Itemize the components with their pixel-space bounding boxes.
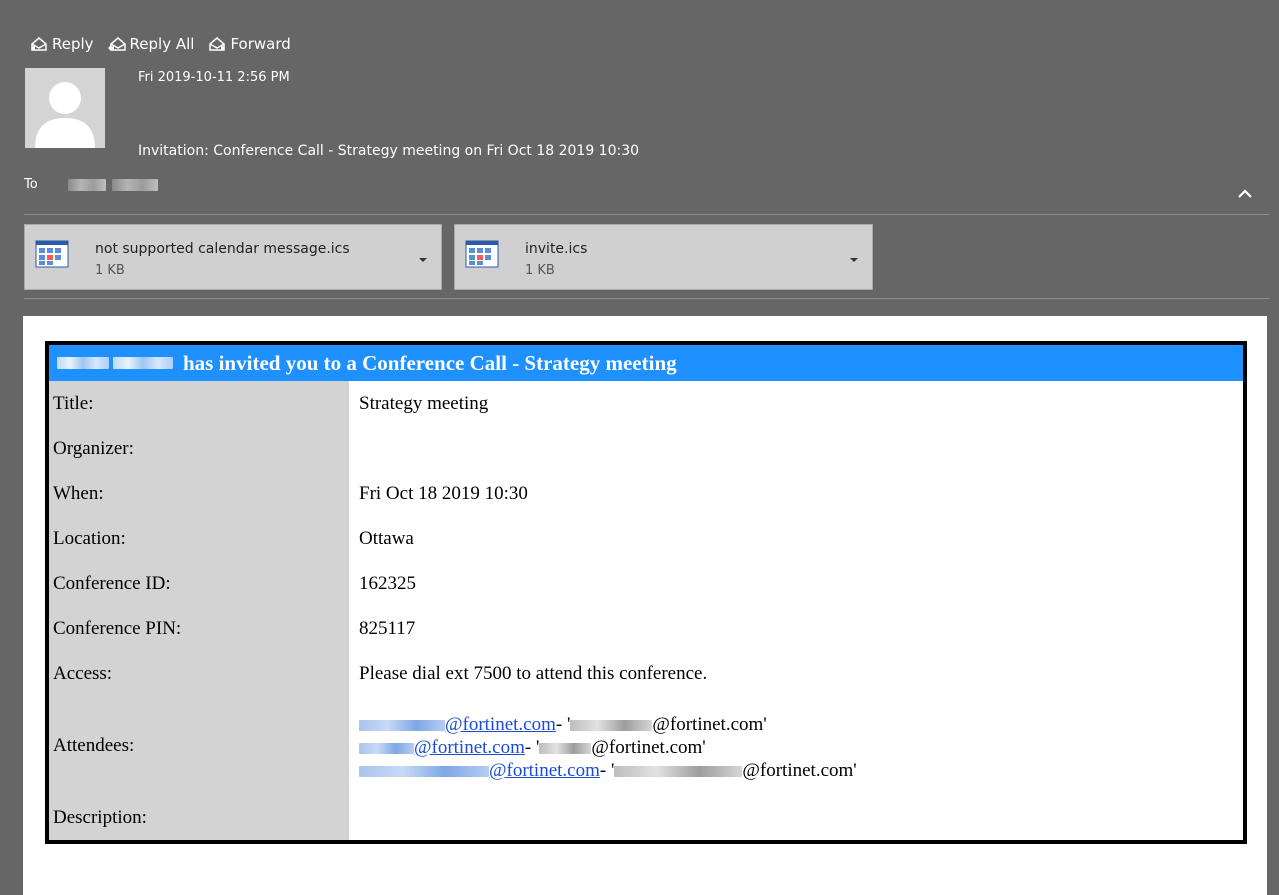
- invite-row-conference-pin: Conference PIN: 825117: [49, 606, 1243, 651]
- attendee-separator: - ': [555, 713, 571, 735]
- chevron-down-icon[interactable]: [849, 257, 859, 263]
- reply-icon: [31, 37, 47, 51]
- attendee-email-link[interactable]: @fortinet.com: [445, 713, 556, 736]
- invite-row-title: Title: Strategy meeting: [49, 381, 1243, 426]
- redacted-text: [359, 743, 414, 754]
- invite-row-description: Description:: [49, 796, 1243, 840]
- row-label: Title:: [49, 381, 349, 426]
- attendee-address: @fortinet.com': [742, 759, 857, 781]
- reply-button[interactable]: Reply: [30, 34, 94, 54]
- row-value: Ottawa: [359, 527, 414, 549]
- invite-row-when: When: Fri Oct 18 2019 10:30: [49, 471, 1243, 516]
- attendee-address: @fortinet.com': [591, 736, 706, 758]
- message-subject: Invitation: Conference Call - Strategy m…: [138, 143, 640, 159]
- row-label: Conference PIN:: [49, 606, 349, 651]
- reply-all-icon: [107, 37, 126, 51]
- row-label: Access:: [49, 651, 349, 696]
- reply-all-button[interactable]: Reply All: [107, 34, 195, 54]
- row-label: Conference ID:: [49, 561, 349, 606]
- row-label: Description:: [49, 796, 349, 840]
- redacted-text: [614, 766, 743, 777]
- redacted-text: [67, 178, 106, 191]
- chevron-down-icon[interactable]: [418, 257, 428, 263]
- message-actions: Reply Reply All Forward: [30, 34, 291, 54]
- forward-icon: [209, 37, 226, 51]
- attachment-size: 1 KB: [525, 263, 555, 278]
- row-value: 825117: [359, 617, 416, 639]
- row-value: [349, 796, 1243, 840]
- row-value: Fri Oct 18 2019 10:30: [359, 482, 528, 504]
- redacted-text: [359, 766, 489, 777]
- attendee-entry: @fortinet.com - ' @fortinet.com': [359, 736, 706, 759]
- chevron-up-icon: [1238, 189, 1252, 198]
- invite-row-attendees: Attendees: @fortinet.com - ' @fortinet.c…: [49, 696, 1243, 796]
- calendar-file-icon: [465, 240, 499, 268]
- redacted-text: [570, 720, 653, 731]
- invite-row-access: Access: Please dial ext 7500 to attend t…: [49, 651, 1243, 696]
- calendar-file-icon: [35, 240, 69, 268]
- invitation-header-text: has invited you to a Conference Call - S…: [183, 350, 677, 375]
- invitation-table: has invited you to a Conference Call - S…: [45, 341, 1247, 844]
- invite-row-organizer: Organizer:: [49, 426, 1243, 471]
- row-value: [349, 426, 1243, 471]
- person-icon: [35, 82, 95, 148]
- attachment-card[interactable]: not supported calendar message.ics 1 KB: [24, 224, 442, 290]
- sender-avatar: [25, 68, 105, 148]
- row-label: Attendees:: [49, 696, 349, 796]
- redacted-text: [57, 357, 109, 369]
- attendee-separator: - ': [599, 759, 615, 781]
- to-recipients: To: [24, 177, 158, 192]
- attachments-divider: [24, 298, 1269, 299]
- invite-row-conference-id: Conference ID: 162325: [49, 561, 1243, 606]
- recipient-name[interactable]: [67, 178, 158, 191]
- attendee-entry: @fortinet.com - ' @fortinet.com': [359, 713, 767, 736]
- attachment-size: 1 KB: [95, 263, 125, 278]
- reply-all-label: Reply All: [129, 35, 195, 53]
- row-label: Organizer:: [49, 426, 349, 471]
- header-divider: [24, 214, 1269, 215]
- forward-label: Forward: [230, 35, 291, 53]
- message-body: has invited you to a Conference Call - S…: [23, 316, 1267, 895]
- redacted-inviter: [57, 357, 173, 369]
- attendee-list: @fortinet.com - ' @fortinet.com' @fortin…: [349, 696, 1243, 796]
- invitation-header: has invited you to a Conference Call - S…: [49, 345, 1243, 381]
- forward-button[interactable]: Forward: [208, 34, 291, 54]
- row-label: When:: [49, 471, 349, 516]
- attachment-name: invite.ics: [525, 241, 588, 257]
- row-value: Please dial ext 7500 to attend this conf…: [359, 662, 708, 684]
- attachment-card[interactable]: invite.ics 1 KB: [454, 224, 873, 290]
- attendee-address: @fortinet.com': [652, 713, 767, 735]
- attendee-separator: - ': [524, 736, 540, 758]
- row-value: 162325: [359, 572, 416, 594]
- collapse-header-button[interactable]: [1237, 187, 1253, 199]
- attendee-email-link[interactable]: @fortinet.com: [414, 736, 525, 759]
- redacted-text: [359, 720, 445, 731]
- sent-timestamp: Fri 2019-10-11 2:56 PM: [138, 70, 290, 85]
- redacted-text: [539, 743, 592, 754]
- invite-row-location: Location: Ottawa: [49, 516, 1243, 561]
- attendee-entry: @fortinet.com - ' @fortinet.com': [359, 759, 857, 782]
- attendee-email-link[interactable]: @fortinet.com: [489, 759, 600, 782]
- row-label: Location:: [49, 516, 349, 561]
- row-value: Strategy meeting: [359, 392, 489, 414]
- redacted-text: [111, 178, 158, 191]
- to-label: To: [24, 177, 38, 192]
- reply-label: Reply: [52, 35, 94, 53]
- redacted-text: [113, 357, 173, 369]
- attachment-name: not supported calendar message.ics: [95, 241, 350, 257]
